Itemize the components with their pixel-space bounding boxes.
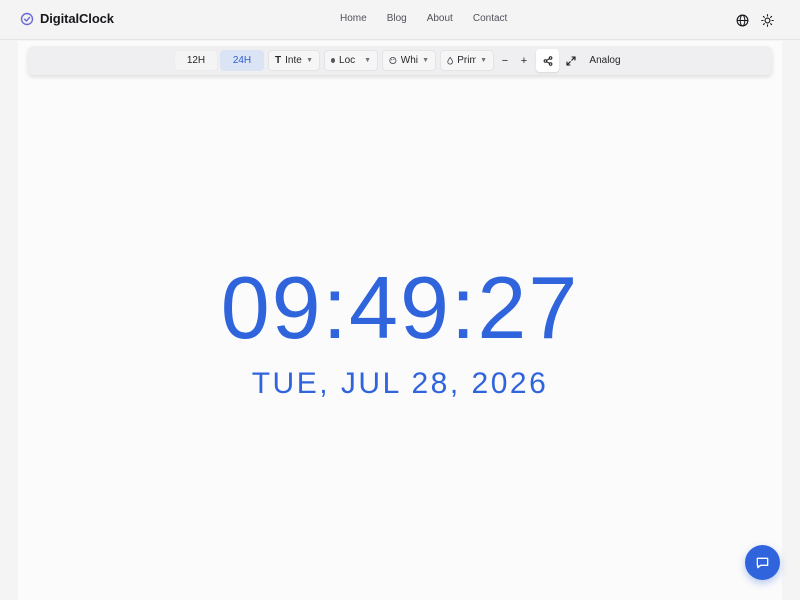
main-nav: Home Blog About Contact	[340, 13, 507, 24]
font-select[interactable]: T Inter ▼	[268, 50, 320, 71]
fullscreen-button[interactable]	[562, 50, 580, 71]
expand-icon	[566, 55, 576, 66]
chevron-down-icon: ▼	[306, 57, 313, 64]
format-24h-button[interactable]: 24H	[220, 50, 264, 71]
theme-toggle-button[interactable]	[758, 11, 776, 29]
timezone-select[interactable]: Loc ▼	[324, 50, 378, 71]
chat-button[interactable]	[745, 545, 780, 580]
format-12h-button[interactable]: 12H	[174, 50, 218, 71]
zoom-out-button[interactable]: −	[497, 50, 513, 71]
droplet-icon	[447, 56, 453, 65]
nav-home[interactable]: Home	[340, 13, 367, 24]
nav-contact[interactable]: Contact	[473, 13, 507, 24]
format-12h-label: 12H	[186, 55, 206, 66]
type-icon: T	[275, 55, 282, 66]
share-button[interactable]	[536, 49, 559, 72]
zoom-in-button[interactable]: +	[516, 50, 532, 71]
clock-toolbar: 12H 24H T Inter ▼ Loc ▼ White ▼ Primary …	[28, 46, 772, 75]
chat-icon	[756, 557, 769, 569]
clock-time: 09:49:27	[220, 258, 580, 357]
brand-name: DigitalClock	[40, 11, 114, 26]
language-button[interactable]	[733, 11, 751, 29]
theme-select-value: White	[400, 55, 419, 66]
dot-icon	[331, 58, 336, 63]
analog-label: Analog	[589, 55, 621, 66]
globe-icon	[736, 14, 748, 26]
font-select-value: Inter	[285, 55, 302, 66]
nav-about[interactable]: About	[427, 13, 453, 24]
color-select-value: Primary	[457, 55, 476, 66]
palette-icon	[389, 56, 397, 65]
clock-check-icon	[20, 12, 34, 26]
analog-toggle-button[interactable]: Analog	[584, 50, 626, 71]
chevron-down-icon: ▼	[422, 57, 429, 64]
clock-date: TUE, JUL 28, 2026	[251, 367, 549, 400]
timezone-select-value: Loc	[339, 55, 356, 66]
color-select[interactable]: Primary ▼	[440, 50, 494, 71]
chevron-down-icon: ▼	[364, 57, 371, 64]
format-24h-label: 24H	[232, 55, 252, 66]
top-header: DigitalClock Home Blog About Contact	[0, 0, 800, 40]
zoom-in-label: +	[520, 54, 528, 67]
theme-select[interactable]: White ▼	[382, 50, 436, 71]
brand[interactable]: DigitalClock	[20, 11, 114, 26]
nav-blog[interactable]: Blog	[387, 13, 407, 24]
share-icon	[543, 55, 552, 66]
chevron-down-icon: ▼	[480, 57, 487, 64]
sun-icon	[760, 13, 774, 27]
zoom-out-label: −	[501, 54, 509, 67]
